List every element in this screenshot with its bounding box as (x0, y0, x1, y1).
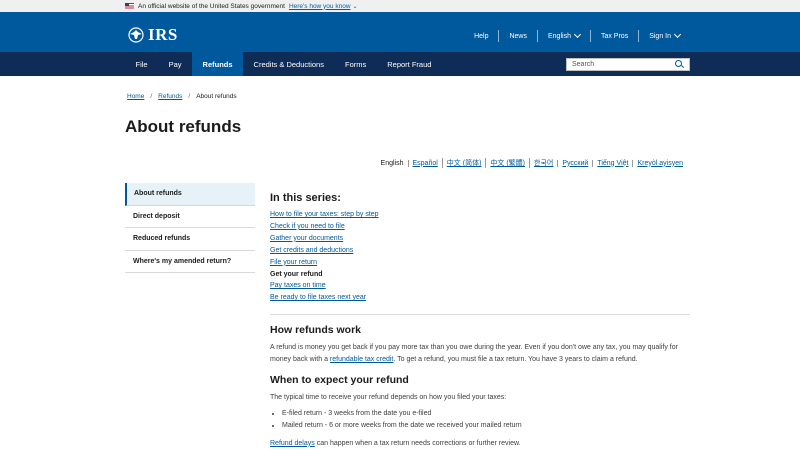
search-icon[interactable] (675, 60, 684, 69)
lang-haitian-creole[interactable]: Kreyòl ayisyen (632, 159, 687, 167)
sidebar-item-direct-deposit[interactable]: Direct deposit (125, 206, 255, 228)
lang-espanol[interactable]: Español (407, 159, 442, 167)
series-link-pay-on-time[interactable]: Pay taxes on time (270, 282, 326, 289)
lang-russian[interactable]: Русский (557, 159, 592, 167)
refund-timing-list: E-filed return - 3 weeks from the date y… (270, 408, 690, 433)
sidebar-item-about-refunds[interactable]: About refunds (125, 183, 255, 206)
language-selector: English Español 中文 (简体) 中文 (繁體) 한국어 Русс… (377, 158, 687, 168)
eagle-icon (128, 27, 144, 43)
lang-korean[interactable]: 한국어 (529, 158, 557, 168)
irs-logo[interactable]: IRS (126, 25, 178, 45)
series-link-next-year[interactable]: Be ready to file taxes next year (270, 294, 366, 301)
lang-chinese-traditional[interactable]: 中文 (繁體) (485, 158, 529, 168)
language-menu-label: English (548, 32, 571, 40)
series-link-check-if-need-to-file[interactable]: Check if you need to file (270, 223, 345, 230)
breadcrumb-separator: / (150, 93, 153, 100)
irs-logo-text: IRS (148, 25, 178, 44)
nav-file[interactable]: File (125, 52, 158, 76)
series-link-file-return[interactable]: File your return (270, 259, 317, 266)
gov-banner: An official website of the United States… (0, 0, 800, 12)
when-to-expect-heading: When to expect your refund (270, 374, 409, 387)
paragraph-text: can happen when a tax return needs corre… (314, 439, 521, 447)
search-input[interactable]: Search (566, 58, 690, 71)
news-link[interactable]: News (499, 33, 537, 40)
sign-in-label: Sign In (649, 32, 671, 40)
utility-nav: Help News English Tax Pros Sign In (464, 30, 690, 42)
refund-delays-link[interactable]: Refund delays (270, 440, 315, 447)
list-item: E-filed return - 3 weeks from the date y… (282, 408, 690, 421)
nav-forms[interactable]: Forms (334, 52, 376, 76)
lang-chinese-simplified[interactable]: 中文 (简体) (441, 158, 486, 168)
breadcrumb-current: About refunds (196, 93, 237, 100)
sidebar-item-amended-return[interactable]: Where's my amended return? (125, 251, 255, 273)
how-refunds-work-paragraph: A refund is money you get back if you pa… (270, 342, 690, 365)
chevron-down-icon (573, 30, 582, 39)
page-title: About refunds (125, 117, 242, 136)
refundable-tax-credit-link[interactable]: refundable tax credit (330, 356, 393, 363)
sidebar-item-reduced-refunds[interactable]: Reduced refunds (125, 228, 255, 251)
breadcrumb: Home / Refunds / About refunds (127, 93, 237, 100)
nav-credits-deductions[interactable]: Credits & Deductions (243, 52, 334, 76)
language-menu[interactable]: English (538, 30, 590, 40)
divider (270, 314, 690, 316)
main-content: In this series: How to file your taxes: … (270, 192, 690, 449)
nav-pay[interactable]: Pay (158, 52, 192, 76)
breadcrumb-refunds[interactable]: Refunds (158, 93, 182, 100)
tax-pros-link[interactable]: Tax Pros (591, 33, 638, 40)
breadcrumb-home[interactable]: Home (127, 93, 144, 100)
chevron-down-icon: ⌄ (352, 3, 358, 10)
series-link-gather-documents[interactable]: Gather your documents (270, 235, 343, 242)
search-placeholder: Search (572, 61, 595, 68)
refund-delays-paragraph: Refund delays can happen when a tax retu… (270, 438, 690, 450)
series-link-credits-deductions[interactable]: Get credits and deductions (270, 247, 353, 254)
series-link-how-to-file[interactable]: How to file your taxes: step by step (270, 211, 379, 218)
when-to-expect-intro: The typical time to receive your refund … (270, 394, 507, 402)
help-link[interactable]: Help (464, 33, 498, 40)
how-refunds-work-heading: How refunds work (270, 324, 362, 337)
chevron-down-icon (673, 30, 682, 39)
us-flag-icon (125, 3, 134, 9)
site-header: IRS Help News English Tax Pros Sign In (0, 12, 800, 52)
series-list: How to file your taxes: step by step Che… (270, 209, 690, 304)
list-item: Mailed return - 6 or more weeks from the… (282, 420, 690, 433)
lang-english: English (380, 159, 404, 167)
nav-refunds[interactable]: Refunds (192, 52, 244, 76)
series-heading: In this series: (270, 192, 341, 204)
breadcrumb-separator: / (188, 93, 191, 100)
lang-vietnamese[interactable]: Tiếng Việt (592, 159, 632, 167)
sidebar-nav: About refunds Direct deposit Reduced ref… (125, 183, 255, 273)
heres-how-you-know-link[interactable]: Here's how you know (289, 3, 351, 10)
paragraph-text: . To get a refund, you must file a tax r… (393, 355, 638, 363)
sign-in-menu[interactable]: Sign In (639, 30, 690, 40)
gov-banner-text: An official website of the United States… (138, 2, 285, 10)
main-nav: File Pay Refunds Credits & Deductions Fo… (0, 52, 800, 76)
nav-report-fraud[interactable]: Report Fraud (377, 52, 442, 76)
series-current-item: Get your refund (270, 270, 323, 278)
